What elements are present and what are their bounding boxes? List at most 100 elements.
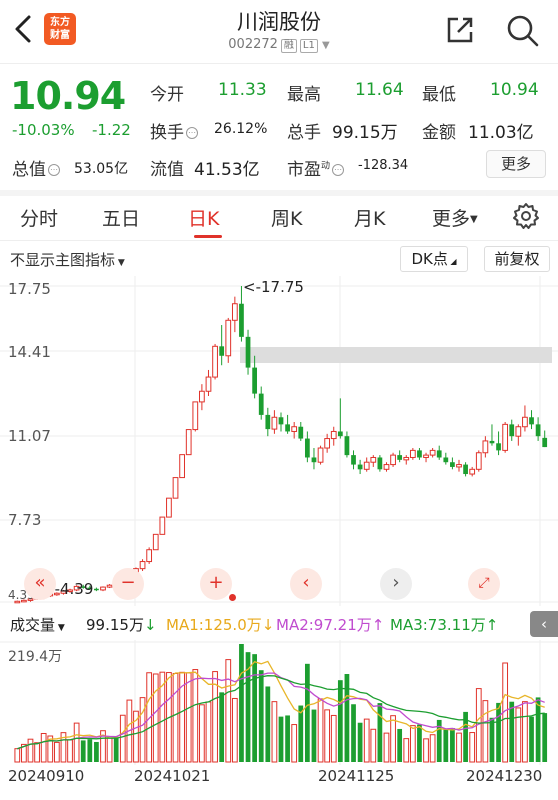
pe-label: 市盈动 ⋯	[287, 155, 345, 180]
tab-five-day[interactable]: 五日	[102, 204, 140, 231]
volume-bar	[509, 701, 515, 762]
chevron-down-icon: ▼	[322, 40, 330, 51]
indicator-select-label: 不显示主图指标	[10, 251, 116, 269]
collapse-panel-button[interactable]: ‹	[530, 611, 558, 637]
candle-body	[252, 367, 258, 394]
volume-bar	[298, 705, 304, 762]
candle	[363, 457, 370, 472]
indicator-select[interactable]: 不显示主图指标 ▼	[10, 249, 125, 270]
tab-monthly-k[interactable]: 月K	[354, 204, 385, 231]
candle	[100, 586, 106, 592]
volume-bar	[370, 728, 377, 763]
volume-bar	[535, 697, 541, 762]
candle	[509, 419, 515, 441]
volume-bar	[106, 737, 113, 763]
volume-indicator-select[interactable]: 成交量 ▼	[10, 614, 65, 635]
tab-more-label: 更多	[432, 208, 471, 230]
candle	[463, 462, 468, 477]
candle-body	[436, 450, 442, 458]
zoom-in-button[interactable]: +	[200, 568, 232, 600]
candle-body	[515, 426, 522, 437]
candle-body	[324, 438, 331, 449]
tab-intraday[interactable]: 分时	[20, 204, 58, 231]
volume-bar	[53, 741, 60, 763]
volume-bar	[278, 716, 284, 762]
volume-bar	[417, 724, 422, 762]
candlestick-chart[interactable]: <-17.75 <-4.39	[0, 276, 558, 606]
change-percent: -10.03%	[12, 121, 75, 139]
candle-body	[357, 464, 363, 470]
volume-bar	[317, 698, 324, 763]
change-amount: -1.22	[92, 121, 131, 139]
candle	[397, 450, 403, 463]
info-icon[interactable]: ⋯	[48, 164, 60, 176]
candle-body	[502, 423, 509, 451]
gear-icon[interactable]	[512, 202, 540, 230]
volume-bar	[27, 738, 34, 763]
section-divider	[0, 190, 558, 196]
candle-body	[370, 456, 377, 463]
candle-body	[542, 437, 548, 448]
volume-bar	[423, 738, 429, 763]
share-icon[interactable]	[444, 14, 476, 46]
volume-bar	[377, 703, 383, 762]
fullscreen-button[interactable]: ⤢	[468, 568, 500, 600]
tab-daily-k[interactable]: 日K	[188, 204, 219, 231]
turnover-label-text: 换手	[150, 123, 184, 143]
candle-body	[496, 443, 501, 451]
ma2-value: MA2:97.21万↑	[276, 616, 385, 634]
candle-body	[239, 303, 244, 337]
candle	[390, 452, 396, 467]
volume-bar	[94, 741, 99, 762]
candle	[502, 422, 509, 453]
scroll-right-button[interactable]: ›	[380, 568, 412, 600]
low-label: 最低	[422, 85, 456, 105]
date-label-3: 20241125	[318, 767, 395, 785]
info-icon[interactable]: ⋯	[186, 127, 198, 139]
candle	[429, 448, 436, 458]
candle-body	[311, 457, 317, 463]
candle-body	[139, 561, 146, 570]
down-arrow-icon: ↓	[143, 616, 157, 634]
candle	[344, 431, 350, 458]
turnover-value: 26.12%	[214, 121, 268, 137]
candle	[475, 450, 482, 472]
volume-bar	[285, 715, 290, 762]
date-label-4: 20241230	[466, 767, 543, 785]
info-icon[interactable]: ⋯	[332, 164, 345, 176]
volume-bar	[443, 728, 449, 762]
zoom-out-button[interactable]: −	[112, 568, 144, 600]
scroll-left-button[interactable]: ‹	[290, 568, 322, 600]
high-value: 11.64	[355, 80, 404, 100]
candle-body	[192, 401, 199, 431]
volume-bar	[40, 732, 47, 763]
tab-more[interactable]: 更多▼	[432, 204, 478, 231]
volume-chart[interactable]	[0, 640, 558, 765]
tabs-divider	[0, 240, 558, 241]
header: 东方 财富 川润股份 002272 融 L1 ▼	[0, 0, 558, 62]
search-icon[interactable]	[504, 12, 540, 48]
candle	[482, 436, 489, 458]
rewind-button[interactable]: «	[24, 568, 56, 600]
volume-bar	[225, 659, 232, 763]
adjust-select[interactable]: 前复权	[484, 246, 550, 272]
amount-value: 11.03亿	[468, 123, 534, 143]
candle	[443, 452, 449, 465]
max-annotation: <-17.75	[243, 278, 304, 296]
candle	[351, 450, 356, 470]
notification-dot	[229, 594, 236, 601]
candle-body	[469, 468, 476, 475]
candle-body	[159, 516, 166, 535]
volume-bar	[271, 701, 278, 763]
candle-body	[271, 416, 278, 430]
tab-weekly-k[interactable]: 周K	[271, 204, 302, 231]
candle	[225, 317, 232, 363]
axis-label-2: 14.41	[8, 343, 51, 361]
volume-value: 99.15万↓	[86, 614, 157, 635]
stock-code: 002272	[228, 37, 278, 52]
mktcap-value: 53.05亿	[74, 161, 129, 177]
ma3-text: MA3:73.11万	[390, 616, 486, 634]
dk-point-button[interactable]: DK点 ◢	[400, 246, 468, 272]
more-quote-button[interactable]: 更多	[486, 150, 546, 178]
active-tab-indicator	[194, 235, 222, 238]
